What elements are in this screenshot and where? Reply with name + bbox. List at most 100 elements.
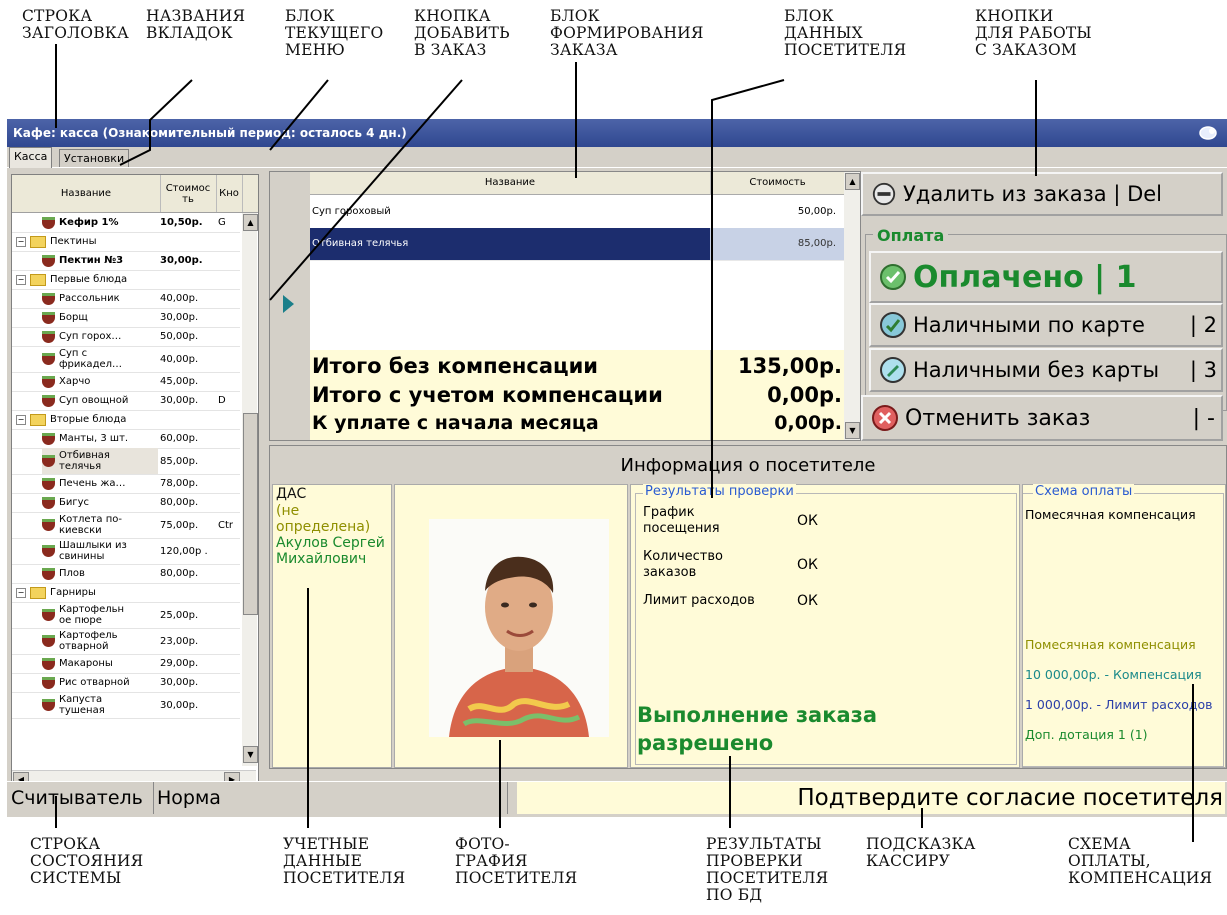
- folder-icon: [30, 413, 46, 426]
- dish-icon: [42, 254, 55, 267]
- menu-item[interactable]: Манты, 3 шт. 60,00р.: [12, 429, 240, 449]
- menu-item-name: Отбивная телячья: [42, 448, 158, 474]
- tab-kassa[interactable]: Касса: [9, 147, 53, 168]
- callout-visitor-block: БЛОК ДАННЫХ ПОСЕТИТЕЛЯ: [784, 7, 907, 59]
- dish-icon: [42, 432, 55, 445]
- menu-item[interactable]: Кефир 1% 10,50р. G: [12, 213, 240, 233]
- menu-item[interactable]: Суп овощной 30,00р. D: [12, 391, 240, 411]
- menu-item-label: Суп горох…: [59, 331, 122, 342]
- menu-item[interactable]: Картофельн ое пюре 25,00р.: [12, 602, 240, 629]
- menu-item-label: Рис отварной: [59, 677, 130, 688]
- cash-with-card-label: Наличными по карте: [913, 313, 1145, 337]
- total-value: 0,00р.: [774, 412, 842, 434]
- menu-item-label: Первые блюда: [50, 274, 128, 285]
- menu-item[interactable]: Суп горох… 50,00р.: [12, 327, 240, 347]
- callout-account-data: УЧЕТНЫЕ ДАННЫЕ ПОСЕТИТЕЛЯ: [283, 835, 406, 887]
- window-title: Кафе: касса (Ознакомительный период: ост…: [13, 126, 407, 140]
- menu-item[interactable]: Шашлыки из свинины 120,00р .: [12, 538, 240, 565]
- menu-col-name[interactable]: Название: [12, 175, 161, 212]
- paid-button[interactable]: Оплачено | 1: [869, 251, 1223, 303]
- menu-item-label: Шашлыки из свинины: [59, 540, 127, 562]
- menu-item[interactable]: Борщ 30,00р.: [12, 308, 240, 328]
- add-to-order-button[interactable]: [270, 172, 311, 440]
- order-scrollbar[interactable]: ▲ ▼: [844, 172, 860, 440]
- total-label: Итого с учетом компенсации: [312, 383, 663, 407]
- reader-label: Считыватель: [11, 782, 154, 814]
- menu-item[interactable]: Отбивная телячья 85,00р.: [12, 448, 240, 475]
- cash-without-card-button[interactable]: Наличными без карты | 3: [869, 348, 1223, 392]
- collapse-icon[interactable]: −: [16, 274, 26, 285]
- menu-item-price: 60,00р.: [160, 433, 199, 444]
- menu-item-name: − Вторые блюда: [16, 410, 126, 429]
- dish-icon: [42, 394, 55, 407]
- scheme-detail: 10 000,00р. - Компенсация: [1025, 667, 1202, 682]
- menu-item-label: Плов: [59, 568, 85, 579]
- menu-item-label: Печень жа…: [59, 478, 126, 489]
- order-row[interactable]: Отбивная телячья 85,00р.: [310, 228, 844, 261]
- dish-icon: [42, 635, 55, 647]
- menu-item-label: Манты, 3 шт.: [59, 433, 129, 444]
- menu-item[interactable]: Пектин №3 30,00р.: [12, 251, 240, 271]
- payment-group-label: Оплата: [873, 226, 949, 245]
- menu-item-price: 120,00р .: [160, 545, 208, 557]
- scroll-up-icon[interactable]: ▲: [243, 214, 258, 231]
- menu-item-label: Капуста тушеная: [59, 694, 105, 716]
- callout-title-row: СТРОКА ЗАГОЛОВКА: [22, 7, 129, 42]
- order-col-name[interactable]: Название: [310, 172, 711, 195]
- menu-item[interactable]: Макароны 29,00р.: [12, 654, 240, 674]
- menu-item[interactable]: Рис отварной 30,00р.: [12, 673, 240, 693]
- scrollbar-thumb[interactable]: [243, 413, 258, 615]
- check-value: ОК: [797, 593, 818, 609]
- menu-item-key: [218, 493, 238, 512]
- menu-item[interactable]: Котлета по-киевски 75,00р. Ctr: [12, 512, 240, 539]
- collapse-icon[interactable]: −: [16, 414, 26, 425]
- menu-group[interactable]: − Пектины: [12, 232, 240, 252]
- delete-label: Удалить из заказа | Del: [903, 182, 1163, 206]
- menu-item-name: Харчо: [42, 372, 158, 391]
- callout-tab-names: НАЗВАНИЯ ВКЛАДОК: [146, 7, 246, 42]
- visitor-account-data: ДАС (не определена) Акулов Сергей Михайл…: [272, 484, 392, 768]
- cancel-order-button[interactable]: Отменить заказ | -: [861, 395, 1223, 441]
- menu-item[interactable]: Рассольник 40,00р.: [12, 289, 240, 309]
- menu-col-key[interactable]: Кно: [216, 175, 243, 212]
- menu-item[interactable]: Суп с фрикадел… 40,00р.: [12, 346, 240, 373]
- order-verdict: Выполнение заказа разрешено: [637, 703, 878, 755]
- order-item-name: Суп гороховый: [312, 206, 391, 217]
- menu-item-key: [218, 429, 238, 448]
- order-row[interactable]: Суп гороховый 50,00р.: [310, 196, 844, 229]
- visitor-photo: [429, 519, 609, 737]
- menu-group[interactable]: − Гарниры: [12, 583, 240, 603]
- callout-menu-block: БЛОК ТЕКУЩЕГО МЕНЮ: [285, 7, 384, 59]
- menu-item[interactable]: Капуста тушеная 30,00р.: [12, 692, 240, 719]
- menu-group[interactable]: − Первые блюда: [12, 270, 240, 290]
- check-row: Лимит расходов: [643, 593, 755, 608]
- menu-item[interactable]: Бигус 80,00р.: [12, 493, 240, 513]
- menu-col-price[interactable]: Стоимос ть: [160, 175, 217, 212]
- cash-with-card-button[interactable]: Наличными по карте | 2: [869, 303, 1223, 347]
- scroll-up-icon[interactable]: ▲: [845, 173, 860, 190]
- scroll-down-icon[interactable]: ▼: [845, 422, 860, 439]
- callout-photo: ФОТО- ГРАФИЯ ПОСЕТИТЕЛЯ: [455, 835, 578, 887]
- menu-item-label: Картофель отварной: [59, 630, 118, 652]
- menu-item[interactable]: Плов 80,00р.: [12, 564, 240, 584]
- menu-item-price: 45,00р.: [160, 376, 199, 387]
- menu-item-label: Картофельн ое пюре: [59, 604, 125, 626]
- menu-item-name: Картофель отварной: [42, 628, 158, 654]
- menu-item-key: [218, 251, 238, 270]
- collapse-icon[interactable]: −: [16, 236, 26, 247]
- menu-item[interactable]: Картофель отварной 23,00р.: [12, 628, 240, 655]
- menu-item-price: 40,00р.: [160, 293, 199, 304]
- menu-item[interactable]: Харчо 45,00р.: [12, 372, 240, 392]
- cancel-order-key: | -: [1192, 405, 1215, 431]
- delete-from-order-button[interactable]: Удалить из заказа | Del: [861, 172, 1223, 216]
- collapse-icon[interactable]: −: [16, 587, 26, 598]
- title-bar[interactable]: Кафе: касса (Ознакомительный период: ост…: [7, 119, 1227, 147]
- tab-settings[interactable]: Установки: [59, 149, 130, 167]
- order-col-price[interactable]: Стоимость: [711, 172, 845, 195]
- cashier-hint: Подтвердите согласие посетителя: [517, 782, 1225, 814]
- menu-group[interactable]: − Вторые блюда: [12, 410, 240, 430]
- scroll-down-icon[interactable]: ▼: [243, 746, 258, 763]
- menu-vertical-scrollbar[interactable]: ▲ ▼: [242, 213, 258, 766]
- menu-item[interactable]: Печень жа… 78,00р.: [12, 474, 240, 494]
- system-menu-icon[interactable]: [1199, 124, 1219, 142]
